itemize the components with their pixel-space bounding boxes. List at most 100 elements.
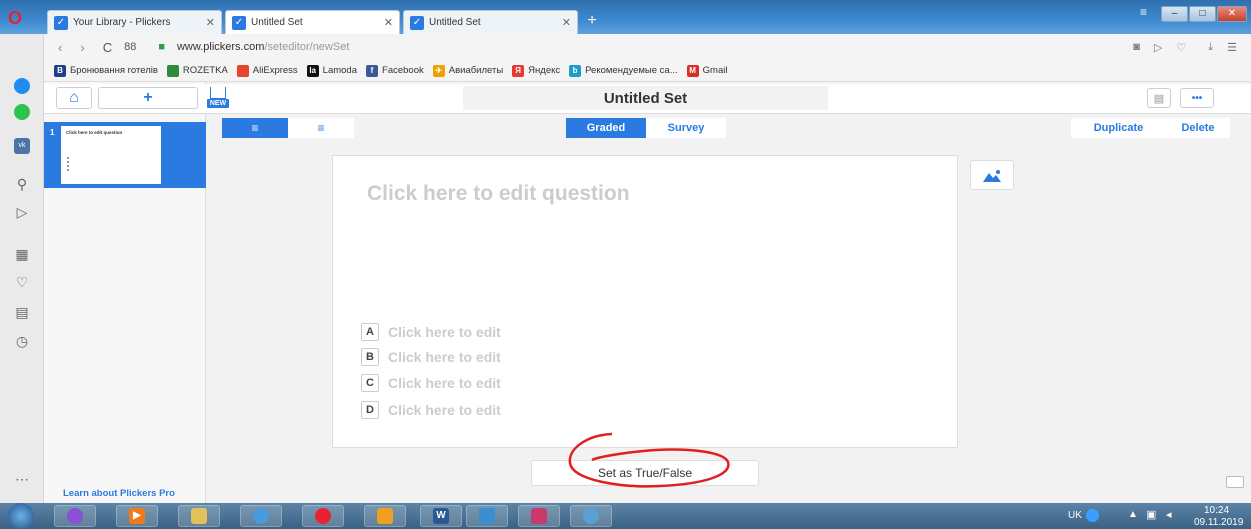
learn-about-pro-link[interactable]: Learn about Plickers Pro <box>63 488 175 499</box>
home-icon: ⌂ <box>69 89 79 106</box>
answer-a[interactable]: A Click here to edit <box>361 322 501 342</box>
language-indicator[interactable]: UK <box>1068 510 1082 521</box>
tray-expand-icon[interactable]: ▲ <box>1128 509 1138 520</box>
speed-dial-icon[interactable]: ▦ <box>12 244 32 264</box>
opera-menu-icon[interactable]: O <box>8 9 26 27</box>
browser-tab-strip: O ✓ Your Library - Plickers ✕ ✓ Untitled… <box>0 0 1251 34</box>
reload-icon[interactable]: C <box>103 40 112 55</box>
opera-sidebar: vk ⚲ ▷ ▦ ♡ ▤ ◷ ⋯ <box>0 34 44 503</box>
bookmark-label: Бронювання готелів <box>70 65 158 76</box>
network-tray-icon[interactable]: ▣ <box>1146 508 1156 521</box>
delete-button[interactable]: Delete <box>1166 118 1230 138</box>
taskbar-app-files[interactable] <box>364 505 406 527</box>
gmail-icon: M <box>686 64 699 77</box>
minimize-button[interactable]: – <box>1161 6 1188 22</box>
taskbar-app-alice[interactable] <box>54 505 96 527</box>
notes-button[interactable]: ▤ <box>1147 88 1171 108</box>
close-tab-icon[interactable]: ✕ <box>384 16 393 29</box>
taskbar-app-opera[interactable] <box>302 505 344 527</box>
answer-b[interactable]: B Click here to edit <box>361 347 501 367</box>
graded-toggle[interactable]: Graded <box>566 118 646 138</box>
answer-c[interactable]: C Click here to edit <box>361 373 501 393</box>
search-icon[interactable]: ⚲ <box>12 174 32 194</box>
bookmarks-bar: B Бронювання готелів ROZETKA AliExpress la La… <box>44 60 1251 82</box>
taskbar-app-word[interactable]: W <box>420 505 462 527</box>
tab-title: Untitled Set <box>429 17 481 28</box>
maximize-button[interactable]: □ <box>1189 6 1216 22</box>
tab-your-library[interactable]: ✓ Your Library - Plickers ✕ <box>47 10 222 34</box>
bookmark-item[interactable]: B Бронювання готелів <box>54 64 158 77</box>
history-icon[interactable]: ◷ <box>12 331 32 351</box>
bookmark-item[interactable]: b Рекомендуемые са... <box>569 64 678 77</box>
taskbar-app-explorer[interactable] <box>178 505 220 527</box>
home-button[interactable]: ⌂ <box>56 87 92 109</box>
add-question-button[interactable]: + <box>98 87 198 109</box>
question-thumbnail-selected[interactable]: 1 Click here to edit question <box>44 122 206 188</box>
taskbar-app-paint[interactable] <box>570 505 612 527</box>
whatsapp-icon[interactable] <box>12 104 32 124</box>
bookmark-label: Яндекс <box>528 65 561 76</box>
question-text[interactable]: Click here to edit question <box>367 182 630 206</box>
snapshot-icon[interactable]: ◙ <box>1133 41 1140 53</box>
messenger-icon[interactable] <box>12 78 32 98</box>
clock-time[interactable]: 10:24 <box>1204 505 1229 516</box>
bookmark-item[interactable]: Я Яндекс <box>512 64 561 77</box>
tab-untitled-set-active[interactable]: ✓ Untitled Set ✕ <box>225 10 400 34</box>
survey-toggle[interactable]: Survey <box>646 118 726 138</box>
tab-untitled-set[interactable]: ✓ Untitled Set ✕ <box>403 10 578 34</box>
download-icon[interactable]: ⤓ <box>1208 41 1213 54</box>
close-window-button[interactable]: ✕ <box>1217 6 1247 22</box>
clock-date[interactable]: 09.11.2019 <box>1194 517 1243 528</box>
back-icon[interactable]: ‹ <box>58 40 62 55</box>
recommended-icon: b <box>569 64 582 77</box>
start-button[interactable] <box>8 503 34 529</box>
bookmark-label: Lamoda <box>322 65 358 76</box>
url-path[interactable]: /seteditor/newSet <box>264 41 349 53</box>
taskbar-app-media[interactable]: ▶ <box>116 505 158 527</box>
facebook-icon: f <box>366 64 379 77</box>
bookmark-item[interactable]: M Gmail <box>686 64 727 77</box>
keyboard-shortcuts-icon[interactable] <box>1226 476 1244 488</box>
heart-icon[interactable]: ♡ <box>12 272 32 292</box>
taskbar-app-chrome[interactable] <box>240 505 282 527</box>
bookmark-item[interactable]: AliExpress <box>236 64 298 77</box>
easy-setup-icon[interactable]: ☰ <box>1227 41 1237 54</box>
thumbnail-text: Click here to edit question <box>66 130 123 135</box>
layout-center-button[interactable]: ≡ <box>288 118 354 138</box>
answer-text[interactable]: Click here to edit <box>388 375 501 391</box>
volume-tray-icon[interactable]: ◂ <box>1166 508 1172 521</box>
booking-icon: B <box>54 64 66 77</box>
speed-dial-button[interactable]: 88 <box>124 41 136 53</box>
bookmark-heart-icon[interactable]: ♡ <box>1176 41 1186 54</box>
more-options-button[interactable]: ••• <box>1180 88 1214 108</box>
import-button[interactable]: NEW <box>207 87 229 109</box>
url-domain[interactable]: www.plickers.com <box>177 41 264 53</box>
bookmark-item[interactable]: la Lamoda <box>306 64 358 77</box>
answer-d[interactable]: D Click here to edit <box>361 400 501 420</box>
new-tab-button[interactable]: + <box>582 12 602 30</box>
set-title-field[interactable]: Untitled Set <box>463 86 828 110</box>
more-icon[interactable]: ⋯ <box>12 469 32 489</box>
close-tab-icon[interactable]: ✕ <box>206 16 215 29</box>
forward-icon[interactable]: › <box>80 40 84 55</box>
answer-text[interactable]: Click here to edit <box>388 324 501 340</box>
answer-text[interactable]: Click here to edit <box>388 349 501 365</box>
send-icon[interactable]: ▷ <box>12 202 32 222</box>
bookmark-label: ROZETKA <box>182 65 228 76</box>
send-page-icon[interactable]: ▷ <box>1154 41 1162 54</box>
tab-menu-icon[interactable]: ≡ <box>1140 5 1147 19</box>
answer-text[interactable]: Click here to edit <box>388 402 501 418</box>
taskbar-app-screen[interactable] <box>466 505 508 527</box>
help-tray-icon[interactable] <box>1086 509 1099 522</box>
bookmark-item[interactable]: ✈ Авиабилеты <box>432 64 503 77</box>
add-image-button[interactable] <box>970 160 1014 190</box>
layout-left-button[interactable]: ≡ <box>222 118 288 138</box>
vk-icon[interactable]: vk <box>12 132 32 154</box>
duplicate-button[interactable]: Duplicate <box>1071 118 1166 138</box>
news-icon[interactable]: ▤ <box>12 302 32 322</box>
close-tab-icon[interactable]: ✕ <box>562 16 571 29</box>
address-bar-row: ‹ › C 88 ■ www.plickers.com /seteditor/n… <box>44 34 1251 60</box>
bookmark-item[interactable]: ROZETKA <box>166 64 228 77</box>
taskbar-app-viewer[interactable] <box>518 505 560 527</box>
bookmark-item[interactable]: f Facebook <box>366 64 424 77</box>
